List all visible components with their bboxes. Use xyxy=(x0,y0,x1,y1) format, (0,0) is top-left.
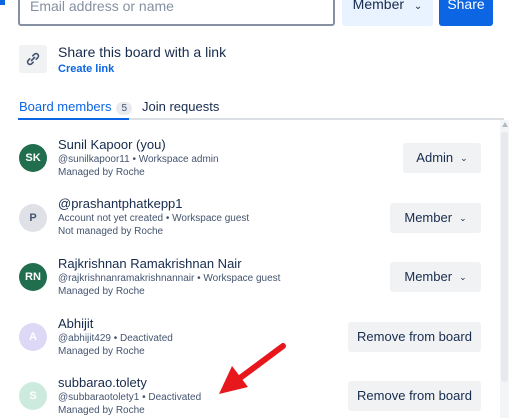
member-handle: @sunilkapoor11 • Workspace admin xyxy=(58,154,219,165)
member-handle: @rajkrishnanramakrishnannair • Workspace… xyxy=(58,273,281,284)
scrollbar-thumb[interactable] xyxy=(501,132,508,382)
avatar[interactable]: S xyxy=(19,382,47,410)
member-role-label: Member xyxy=(404,269,453,284)
member-row: P @prashantphatkepp1 Account not yet cre… xyxy=(0,192,500,252)
member-role-button[interactable]: Admin ⌄ xyxy=(403,143,481,173)
member-row: A Abhijit @abhijit429 • Deactivated Mana… xyxy=(0,312,500,372)
share-button[interactable]: Share xyxy=(439,0,493,26)
tab-join-requests[interactable]: Join requests xyxy=(142,99,219,114)
chevron-down-icon: ⌄ xyxy=(413,1,423,12)
members-count-badge: 5 xyxy=(116,102,133,115)
chevron-down-icon: ⌄ xyxy=(459,272,467,282)
avatar[interactable]: P xyxy=(19,204,47,232)
link-icon xyxy=(19,45,47,73)
member-managed: Not managed by Roche xyxy=(58,226,164,237)
invite-role-select[interactable]: Member ⌄ xyxy=(342,0,433,26)
invite-role-label: Member xyxy=(352,0,405,12)
tab-board-members-label: Board members xyxy=(19,99,112,114)
tab-active-indicator xyxy=(18,118,129,120)
member-row: SK Sunil Kapoor (you) @sunilkapoor11 • W… xyxy=(0,133,500,193)
member-role-button[interactable]: Member ⌄ xyxy=(390,203,481,233)
member-name: Abhijit xyxy=(58,316,94,331)
member-managed: Managed by Roche xyxy=(58,167,145,178)
invite-email-input[interactable]: Email address or name xyxy=(18,0,335,26)
member-handle: @subbaraotolety1 • Deactivated xyxy=(58,392,202,403)
member-managed: Managed by Roche xyxy=(58,346,145,357)
corner-accent xyxy=(0,0,5,5)
chevron-down-icon: ⌄ xyxy=(460,153,468,163)
member-handle: @abhijit429 • Deactivated xyxy=(58,333,173,344)
member-row: RN Rajkrishnan Ramakrishnan Nair @rajkri… xyxy=(0,252,500,312)
chevron-down-icon: ⌄ xyxy=(459,213,467,223)
member-name: @prashantphatkepp1 xyxy=(58,196,183,211)
member-managed: Managed by Roche xyxy=(58,405,145,416)
tab-board-members[interactable]: Board members 5 xyxy=(19,99,133,115)
avatar[interactable]: SK xyxy=(19,144,47,172)
scroll-up-arrow-icon[interactable] xyxy=(502,122,508,127)
member-name: Sunil Kapoor (you) xyxy=(58,137,166,152)
member-role-label: Member xyxy=(404,210,453,225)
avatar[interactable]: A xyxy=(19,323,47,351)
member-managed: Managed by Roche xyxy=(58,286,145,297)
avatar[interactable]: RN xyxy=(19,263,47,291)
remove-from-board-button[interactable]: Remove from board xyxy=(348,322,481,352)
remove-from-board-button[interactable]: Remove from board xyxy=(348,381,481,411)
member-role-button[interactable]: Member ⌄ xyxy=(390,262,481,292)
share-link-title: Share this board with a link xyxy=(58,44,227,60)
create-link-button[interactable]: Create link xyxy=(58,63,114,75)
member-handle: Account not yet created • Workspace gues… xyxy=(58,213,250,224)
member-row: S subbarao.tolety @subbaraotolety1 • Dea… xyxy=(0,371,500,418)
member-name: Rajkrishnan Ramakrishnan Nair xyxy=(58,256,242,271)
member-role-label: Admin xyxy=(416,150,454,165)
member-name: subbarao.tolety xyxy=(58,375,147,390)
board-share-dialog: Email address or name Member ⌄ Share Sha… xyxy=(0,0,514,418)
